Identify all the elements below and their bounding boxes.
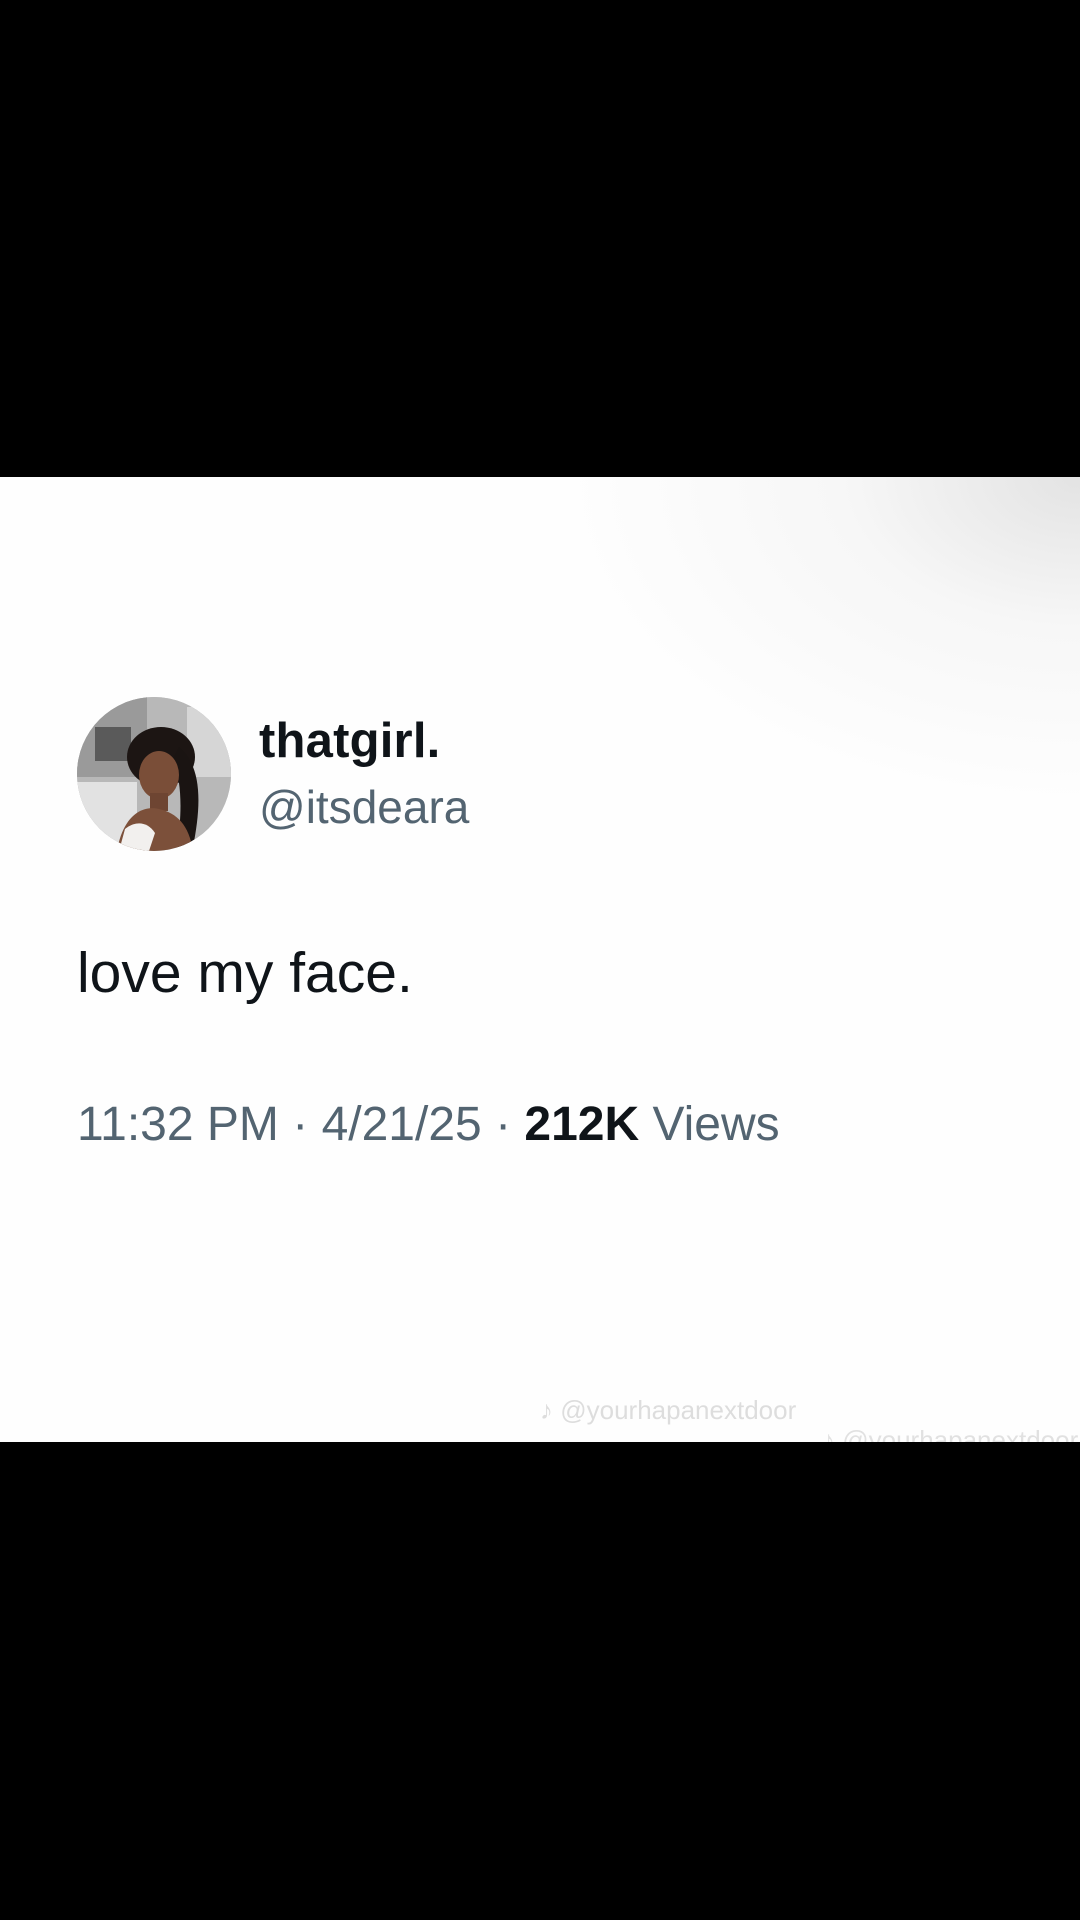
tweet-date[interactable]: 4/21/25 [322, 1098, 482, 1151]
views-label: Views [652, 1098, 780, 1151]
avatar[interactable] [77, 697, 231, 851]
watermark-secondary: ♪ @yourhapanextdoor [822, 1425, 1078, 1442]
tweet-card: thatgirl. @itsdeara love my face. 11:32 … [0, 477, 1080, 1442]
tiktok-icon: ♪ [822, 1425, 835, 1442]
tweet-time[interactable]: 11:32 PM [77, 1098, 279, 1151]
avatar-photo [77, 697, 231, 851]
views-count: 212K [524, 1098, 640, 1151]
display-name[interactable]: thatgirl. [259, 713, 440, 769]
tweet-meta: 11:32 PM · 4/21/25 · 212K Views [77, 1097, 780, 1152]
user-handle[interactable]: @itsdeara [259, 780, 469, 834]
video-frame: thatgirl. @itsdeara love my face. 11:32 … [0, 0, 1080, 1920]
watermark-text: @yourhapanextdoor [560, 1395, 797, 1425]
meta-separator: · [292, 1098, 309, 1151]
tweet-text: love my face. [77, 941, 413, 1005]
meta-separator: · [495, 1098, 512, 1151]
watermark-text: @yourhapanextdoor [842, 1425, 1079, 1442]
tiktok-icon: ♪ [540, 1395, 553, 1425]
watermark: ♪ @yourhapanextdoor [540, 1395, 796, 1426]
